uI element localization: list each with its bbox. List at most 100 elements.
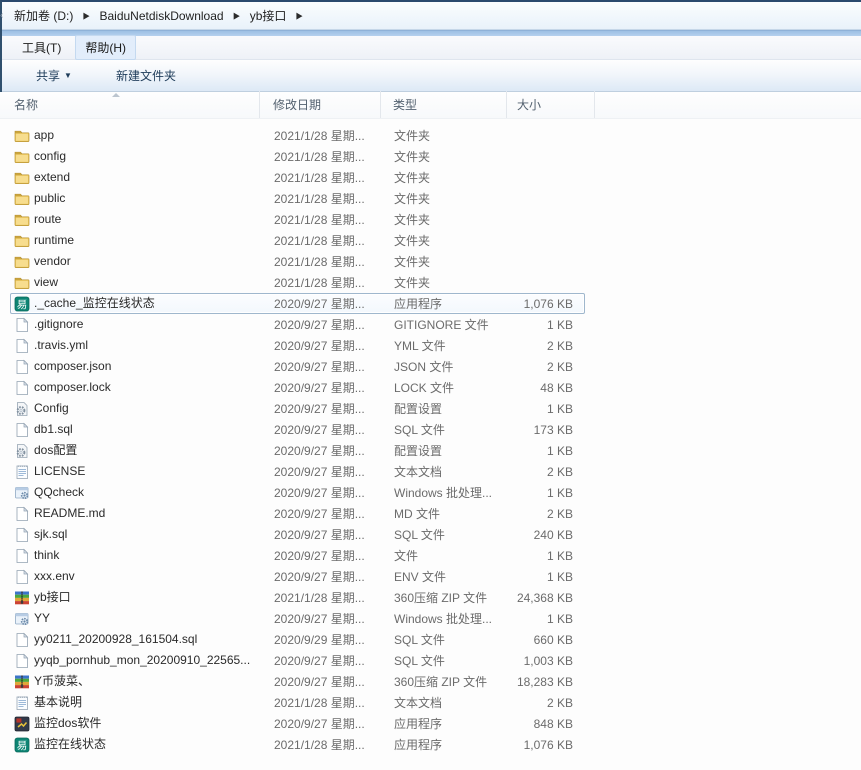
file-date: 2020/9/27 星期... xyxy=(261,379,382,396)
file-date: 2020/9/29 星期... xyxy=(261,631,382,648)
file-row[interactable]: runtime 2021/1/28 星期... 文件夹 xyxy=(10,230,585,251)
file-row[interactable]: .gitignore 2020/9/27 星期... GITIGNORE 文件 … xyxy=(10,314,585,335)
file-row[interactable]: composer.json 2020/9/27 星期... JSON 文件 2 … xyxy=(10,356,585,377)
breadcrumb-item[interactable]: 新加卷 (D:) xyxy=(10,5,77,26)
file-name: extend xyxy=(34,167,70,188)
file-name-cell: composer.lock xyxy=(11,377,261,398)
file-type: 文件夹 xyxy=(382,148,508,165)
file-row[interactable]: yy0211_20200928_161504.sql 2020/9/29 星期.… xyxy=(10,629,585,650)
file-row[interactable]: Config 2020/9/27 星期... 配置设置 1 KB xyxy=(10,398,585,419)
file-size: 18,283 KB xyxy=(508,675,573,689)
file-icon xyxy=(14,338,30,354)
file-name-cell: route xyxy=(11,209,261,230)
zip-icon xyxy=(14,590,30,606)
file-row[interactable]: db1.sql 2020/9/27 星期... SQL 文件 173 KB xyxy=(10,419,585,440)
column-header-type[interactable]: 类型 xyxy=(381,91,507,118)
column-header-date[interactable]: 修改日期 xyxy=(260,91,381,118)
file-type: YML 文件 xyxy=(382,337,508,354)
menu-bar: 工具(T)帮助(H) xyxy=(2,36,861,60)
file-row[interactable]: sjk.sql 2020/9/27 星期... SQL 文件 240 KB xyxy=(10,524,585,545)
breadcrumb-separator-icon[interactable]: ▶ xyxy=(79,10,93,20)
file-type: 文件夹 xyxy=(382,169,508,186)
file-name: dos配置 xyxy=(34,440,77,461)
column-header-size[interactable]: 大小 xyxy=(507,91,595,118)
file-name: LICENSE xyxy=(34,461,85,482)
file-name: composer.json xyxy=(34,356,111,377)
file-size: 1 KB xyxy=(508,486,573,500)
file-name: YY xyxy=(34,608,50,629)
file-date: 2021/1/28 星期... xyxy=(261,736,382,753)
file-row[interactable]: Y币菠菜、 2020/9/27 星期... 360压缩 ZIP 文件 18,28… xyxy=(10,671,585,692)
file-row[interactable]: view 2021/1/28 星期... 文件夹 xyxy=(10,272,585,293)
file-row[interactable]: 监控dos软件 2020/9/27 星期... 应用程序 848 KB xyxy=(10,713,585,734)
file-date: 2020/9/27 星期... xyxy=(261,673,382,690)
file-row[interactable]: yyqb_pornhub_mon_20200910_22565... 2020/… xyxy=(10,650,585,671)
file-row[interactable]: LICENSE 2020/9/27 星期... 文本文档 2 KB xyxy=(10,461,585,482)
file-date: 2021/1/28 星期... xyxy=(261,211,382,228)
breadcrumb-overflow-chevron[interactable]: ‹ xyxy=(0,10,8,21)
new-folder-button[interactable]: 新建文件夹 xyxy=(108,63,184,88)
file-date: 2020/9/27 星期... xyxy=(261,358,382,375)
share-button[interactable]: 共享 ▼ xyxy=(28,63,80,88)
file-row[interactable]: route 2021/1/28 星期... 文件夹 xyxy=(10,209,585,230)
breadcrumb-separator-icon[interactable]: ▶ xyxy=(230,10,244,20)
breadcrumb-separator-icon[interactable]: ▶ xyxy=(292,10,306,20)
file-row[interactable]: .travis.yml 2020/9/27 星期... YML 文件 2 KB xyxy=(10,335,585,356)
file-name-cell: db1.sql xyxy=(11,419,261,440)
folder-icon xyxy=(14,191,30,207)
file-type: GITIGNORE 文件 xyxy=(382,316,508,333)
file-size: 2 KB xyxy=(508,360,573,374)
file-size: 848 KB xyxy=(508,717,573,731)
file-row[interactable]: 监控在线状态 2021/1/28 星期... 应用程序 1,076 KB xyxy=(10,734,585,755)
file-date: 2020/9/27 星期... xyxy=(261,421,382,438)
file-name-cell: sjk.sql xyxy=(11,524,261,545)
file-name-cell: ._cache_监控在线状态 xyxy=(11,293,261,314)
file-name-cell: yb接口 xyxy=(11,587,261,608)
file-row[interactable]: ._cache_监控在线状态 2020/9/27 星期... 应用程序 1,07… xyxy=(10,293,585,314)
file-row[interactable]: 基本说明 2021/1/28 星期... 文本文档 2 KB xyxy=(10,692,585,713)
file-type: 文件夹 xyxy=(382,211,508,228)
file-size: 48 KB xyxy=(508,381,573,395)
column-header-name[interactable]: 名称 xyxy=(10,91,260,118)
file-row[interactable]: config 2021/1/28 星期... 文件夹 xyxy=(10,146,585,167)
file-row[interactable]: QQcheck 2020/9/27 星期... Windows 批处理... 1… xyxy=(10,482,585,503)
folder-icon xyxy=(14,212,30,228)
file-name-cell: runtime xyxy=(11,230,261,251)
address-bar[interactable]: ‹ 新加卷 (D:)▶BaiduNetdiskDownload▶yb接口▶ xyxy=(2,2,861,30)
file-date: 2021/1/28 星期... xyxy=(261,274,382,291)
file-type: LOCK 文件 xyxy=(382,379,508,396)
file-name: yb接口 xyxy=(34,587,71,608)
file-type: 配置设置 xyxy=(382,400,508,417)
file-date: 2021/1/28 星期... xyxy=(261,589,382,606)
file-row[interactable]: dos配置 2020/9/27 星期... 配置设置 1 KB xyxy=(10,440,585,461)
file-row[interactable]: extend 2021/1/28 星期... 文件夹 xyxy=(10,167,585,188)
file-date: 2020/9/27 星期... xyxy=(261,484,382,501)
file-row[interactable]: yb接口 2021/1/28 星期... 360压缩 ZIP 文件 24,368… xyxy=(10,587,585,608)
file-type: 文件夹 xyxy=(382,253,508,270)
file-date: 2020/9/27 星期... xyxy=(261,652,382,669)
file-row[interactable]: composer.lock 2020/9/27 星期... LOCK 文件 48… xyxy=(10,377,585,398)
file-name-cell: README.md xyxy=(11,503,261,524)
file-name: .gitignore xyxy=(34,314,83,335)
file-row[interactable]: vendor 2021/1/28 星期... 文件夹 xyxy=(10,251,585,272)
file-date: 2020/9/27 星期... xyxy=(261,610,382,627)
menu-item-tools[interactable]: 工具(T) xyxy=(12,35,71,60)
file-name: 基本说明 xyxy=(34,692,82,713)
menu-item-help[interactable]: 帮助(H) xyxy=(75,35,136,60)
breadcrumb-item[interactable]: BaiduNetdiskDownload xyxy=(95,7,227,25)
share-button-label: 共享 xyxy=(36,67,60,84)
file-size: 1,076 KB xyxy=(508,738,573,752)
file-size: 1 KB xyxy=(508,444,573,458)
file-row[interactable]: YY 2020/9/27 星期... Windows 批处理... 1 KB xyxy=(10,608,585,629)
file-type: 文件夹 xyxy=(382,274,508,291)
breadcrumb-item[interactable]: yb接口 xyxy=(246,5,291,26)
file-row[interactable]: public 2021/1/28 星期... 文件夹 xyxy=(10,188,585,209)
file-name: Config xyxy=(34,398,69,419)
file-row[interactable]: xxx.env 2020/9/27 星期... ENV 文件 1 KB xyxy=(10,566,585,587)
file-type: 文件夹 xyxy=(382,232,508,249)
file-row[interactable]: app 2021/1/28 星期... 文件夹 xyxy=(10,125,585,146)
file-row[interactable]: README.md 2020/9/27 星期... MD 文件 2 KB xyxy=(10,503,585,524)
file-row[interactable]: think 2020/9/27 星期... 文件 1 KB xyxy=(10,545,585,566)
file-name: ._cache_监控在线状态 xyxy=(34,293,155,314)
file-type: Windows 批处理... xyxy=(382,484,508,501)
